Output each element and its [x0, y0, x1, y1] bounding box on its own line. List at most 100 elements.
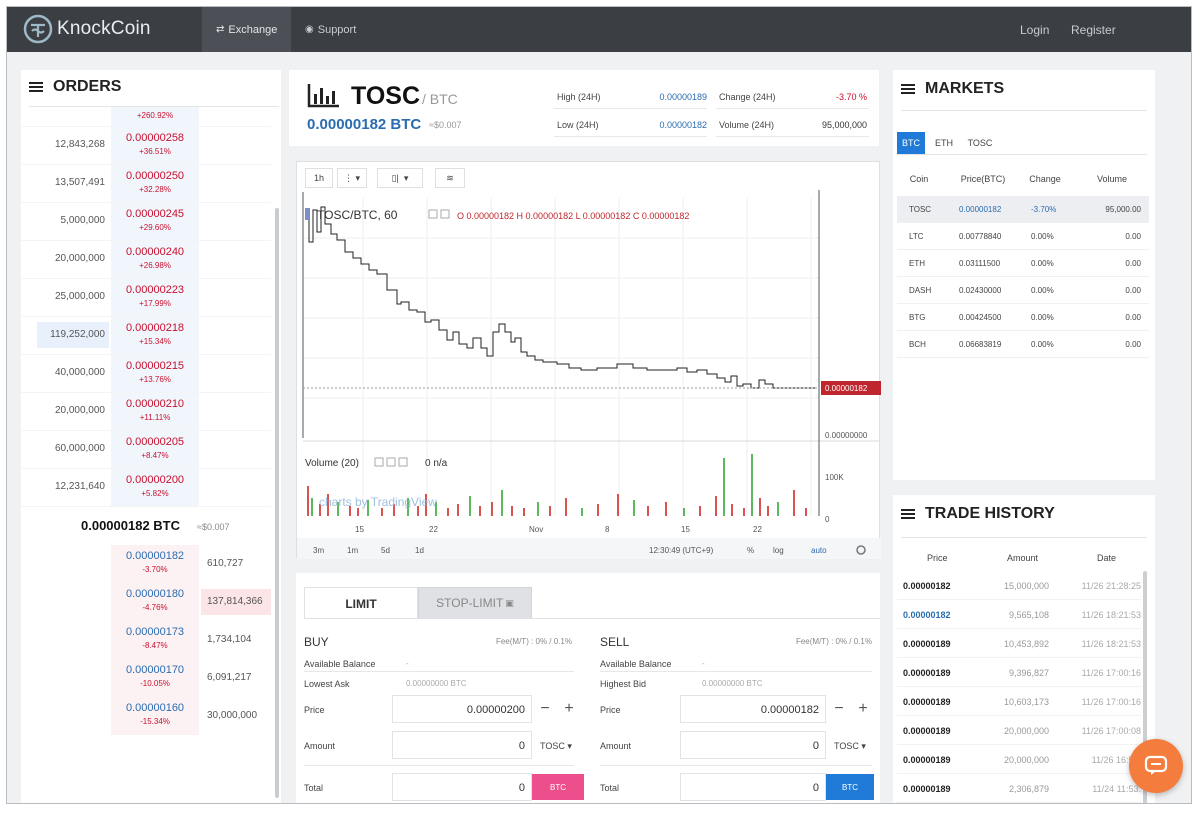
market-row[interactable]: BTG 0.00424500 0.00% 0.00	[897, 304, 1149, 331]
ask-row[interactable]: 40,000,000 0.00000215 +13.76%	[21, 355, 271, 393]
menu-icon	[29, 80, 43, 94]
chat-button[interactable]	[1129, 739, 1183, 793]
ask-row[interactable]: 12,843,268 0.00000258 +36.51%	[21, 127, 271, 165]
range-button[interactable]: 5d	[381, 546, 390, 555]
sell-button[interactable]: BTC	[826, 774, 874, 800]
nav-tab-exchange[interactable]: ⇄ Exchange	[202, 7, 292, 52]
ask-row[interactable]: 20,000,000 0.00000240 +26.98%	[21, 241, 271, 279]
range-button[interactable]: 1d	[415, 546, 424, 555]
orderbook-current-usd: ≈$0.007	[197, 522, 230, 532]
volume-close-icon[interactable]	[398, 457, 408, 467]
tab-stop-limit[interactable]: STOP-LIMIT ▣	[418, 587, 532, 619]
bid-row[interactable]: 0.00000182 -3.70% 610,727	[21, 545, 271, 583]
history-price: 0.00000182	[903, 610, 951, 620]
ask-row[interactable]: 5,000,000 0.00000245 +29.60%	[21, 203, 271, 241]
volume-bar	[357, 508, 359, 516]
market-row[interactable]: TOSC 0.00000182 -3.70% 95,000.00	[897, 196, 1149, 223]
trade-history-panel: TRADE HISTORY Price Amount Date 0.000001…	[893, 495, 1155, 803]
ask-row[interactable]: 20,000,000 0.00000210 +11.11%	[21, 393, 271, 431]
sell-available-label: Available Balance	[600, 659, 672, 669]
menu-icon	[901, 82, 915, 96]
buy-price-plus-button[interactable]: +	[558, 695, 580, 723]
ask-volume: 40,000,000	[54, 367, 105, 378]
volume-axis-zero-label: 0	[825, 515, 830, 524]
divider	[554, 108, 707, 109]
logo[interactable]: KnockCoin	[23, 12, 151, 46]
range-button[interactable]: 1m	[347, 546, 358, 555]
register-link[interactable]: Register	[1071, 7, 1116, 52]
orders-scrollbar[interactable]	[275, 208, 279, 798]
log-scale-button[interactable]: log	[773, 546, 784, 555]
ask-volume: 25,000,000	[54, 291, 105, 302]
ask-row[interactable]: 13,507,491 0.00000250 +32.28%	[21, 165, 271, 203]
bid-row[interactable]: 0.00000173 -8.47% 1,734,104	[21, 621, 271, 659]
history-date: 11/26 21:28:25	[1081, 581, 1141, 591]
high-value: 0.00000189	[659, 92, 707, 102]
tab-limit[interactable]: LIMIT	[304, 587, 418, 619]
buy-price-input[interactable]: 0.00000200	[392, 695, 532, 723]
market-volume: 95,000.00	[1105, 205, 1141, 214]
bid-price: 0.00000160	[125, 702, 185, 714]
buy-amount-input[interactable]: 0	[392, 731, 532, 759]
sell-amount-input[interactable]: 0	[680, 731, 826, 759]
x-axis-tick: 22	[753, 525, 762, 534]
volume-settings-icon[interactable]	[386, 457, 396, 467]
app-window: KnockCoin ⇄ Exchange ◉ Support Login Reg…	[6, 6, 1192, 804]
market-row[interactable]: DASH 0.02430000 0.00% 0.00	[897, 277, 1149, 304]
history-amount: 9,396,827	[1008, 668, 1049, 678]
market-row[interactable]: BCH 0.06683819 0.00% 0.00	[897, 331, 1149, 358]
markets-col-price[interactable]: Price(BTC)	[951, 174, 1015, 184]
bid-volume: 610,727	[207, 558, 244, 569]
market-tab-tosc[interactable]: TOSC	[963, 132, 997, 154]
market-price: 0.00424500	[959, 313, 1002, 322]
sell-price-plus-button[interactable]: +	[852, 695, 874, 723]
ask-row[interactable]: 12,231,640 0.00000200 +5.82%	[21, 469, 271, 507]
buy-price-minus-button[interactable]: −	[534, 695, 556, 723]
sell-price-input[interactable]: 0.00000182	[680, 695, 826, 723]
percent-scale-button[interactable]: %	[747, 546, 754, 555]
volume-hide-icon[interactable]	[374, 457, 384, 467]
history-price: 0.00000189	[903, 755, 951, 765]
login-link[interactable]: Login	[1020, 7, 1049, 52]
volume-bar	[683, 508, 685, 516]
markets-col-volume[interactable]: Volume	[1083, 174, 1141, 184]
range-button[interactable]: 3m	[313, 546, 324, 555]
bid-row[interactable]: 0.00000160 -15.34% 30,000,000	[21, 697, 271, 735]
chart-canvas[interactable]: 0.00000182 0.00000000 TOSC/BTC, 60 O 0.0000…	[297, 162, 881, 559]
ask-change: +32.28%	[139, 185, 171, 194]
market-row[interactable]: ETH 0.03111500 0.00% 0.00	[897, 250, 1149, 277]
ask-row-partial[interactable]: +260.92%	[21, 107, 271, 127]
sell-amount-unit-select[interactable]: TOSC ▾	[834, 741, 866, 752]
market-tab-btc[interactable]: BTC	[897, 132, 925, 154]
auto-scale-button[interactable]: auto	[811, 546, 827, 555]
markets-col-change[interactable]: Change	[1019, 174, 1071, 184]
ask-row[interactable]: 119,252,000 0.00000218 +15.34%	[21, 317, 271, 355]
history-amount: 10,603,173	[1003, 697, 1049, 707]
markets-col-coin[interactable]: Coin	[899, 174, 939, 184]
ask-volume: 60,000,000	[54, 443, 105, 454]
market-tab-eth[interactable]: ETH	[929, 132, 959, 154]
ask-price: 0.00000205	[125, 436, 185, 448]
buy-amount-unit-select[interactable]: TOSC ▾	[540, 741, 572, 752]
buy-button[interactable]: BTC	[532, 774, 584, 800]
menu-icon	[901, 507, 915, 521]
market-change: 0.00%	[1031, 340, 1054, 349]
ask-row[interactable]: 25,000,000 0.00000223 +17.99%	[21, 279, 271, 317]
volume-bar	[501, 490, 503, 516]
sell-price-minus-button[interactable]: −	[828, 695, 850, 723]
sell-form: SELL Fee(M/T) : 0% / 0.1% Available Bala…	[592, 619, 874, 803]
nav-tab-support[interactable]: ◉ Support	[291, 7, 370, 52]
market-row[interactable]: LTC 0.00778840 0.00% 0.00	[897, 223, 1149, 250]
price-chart[interactable]: 1h ⋮ ▾ ▯| ▾ ≋ 0.00000182 0.00000000 TOSC/B…	[296, 161, 881, 559]
divider	[897, 154, 1147, 155]
bid-row[interactable]: 0.00000180 -4.76% 137,814,366	[21, 583, 271, 621]
buy-total-input[interactable]: 0	[392, 773, 532, 801]
history-row: 0.00000182 15,000,000 11/26 21:28:25	[897, 571, 1141, 600]
ask-volume: 12,843,268	[54, 139, 105, 150]
ask-row[interactable]: 60,000,000 0.00000205 +8.47%	[21, 431, 271, 469]
ask-change: +8.47%	[141, 451, 169, 460]
bid-row[interactable]: 0.00000170 -10.05% 6,091,217	[21, 659, 271, 697]
chart-clock: 12:30:49 (UTC+9)	[649, 546, 714, 555]
ticker-price-usd: ≈$0.007	[429, 120, 462, 130]
sell-total-input[interactable]: 0	[680, 773, 826, 801]
